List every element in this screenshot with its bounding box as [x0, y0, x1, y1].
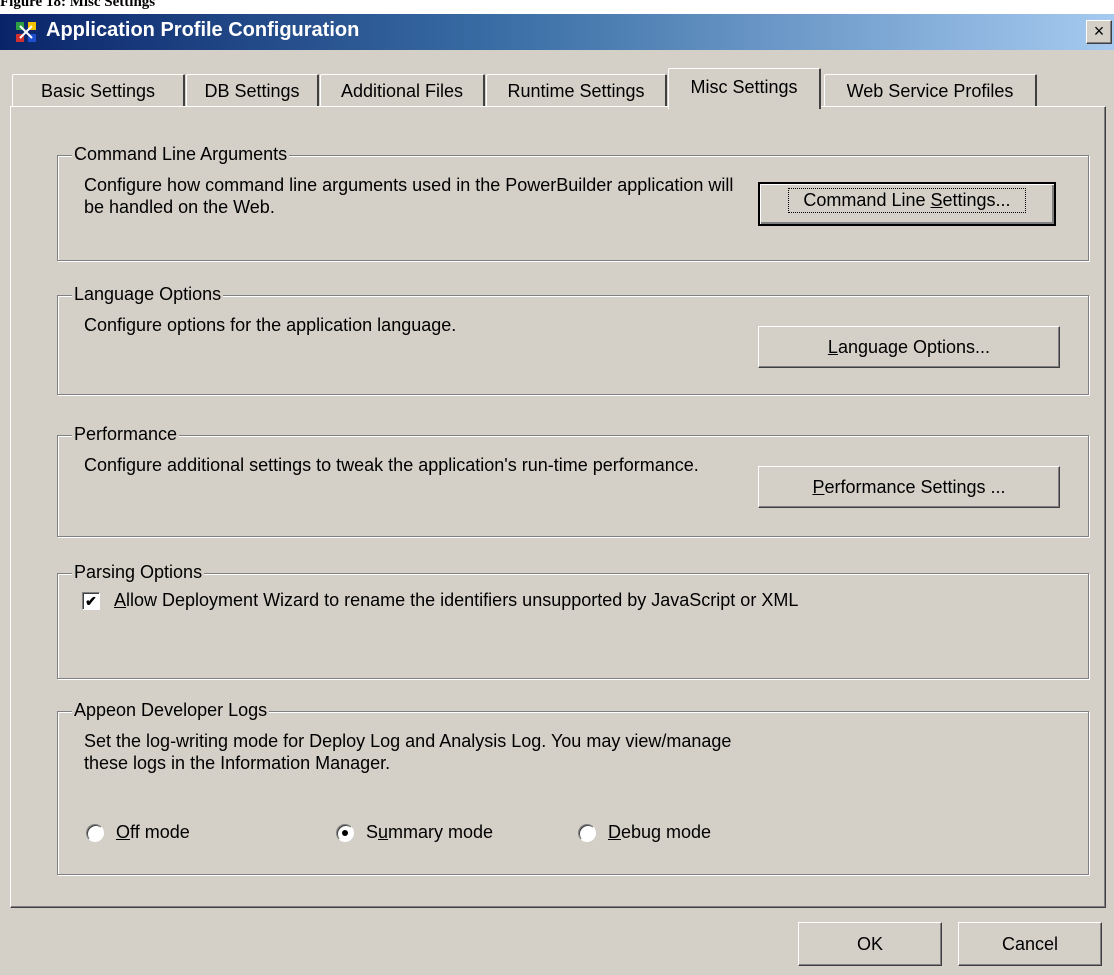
ok-button[interactable]: OK: [798, 922, 942, 966]
command-line-arguments-group: Command Line Arguments Configure how com…: [57, 144, 1089, 261]
group-title: Language Options: [72, 284, 224, 305]
command-line-settings-button[interactable]: Command Line Settings...: [758, 182, 1056, 226]
rename-identifiers-checkbox[interactable]: ✔: [82, 592, 100, 610]
summary-mode-label[interactable]: Summary mode: [366, 822, 493, 843]
debug-mode-radio[interactable]: [578, 824, 596, 842]
button-label: Command Line Settings...: [788, 188, 1026, 213]
misc-settings-panel: Command Line Arguments Configure how com…: [10, 106, 1106, 908]
cancel-button[interactable]: Cancel: [958, 922, 1102, 966]
tab-misc-settings[interactable]: Misc Settings: [668, 68, 821, 109]
group-description: Configure options for the application la…: [84, 315, 457, 335]
parsing-options-group: Parsing Options ✔ Allow Deployment Wizar…: [57, 562, 1089, 679]
tab-web-service-profiles[interactable]: Web Service Profiles: [824, 74, 1037, 107]
off-mode-radio[interactable]: [86, 824, 104, 842]
developer-logs-group: Appeon Developer Logs Set the log-writin…: [57, 700, 1089, 875]
tab-basic-settings[interactable]: Basic Settings: [12, 74, 185, 107]
summary-mode-radio[interactable]: [336, 824, 354, 842]
performance-settings-button[interactable]: Performance Settings ...: [758, 466, 1060, 508]
group-title: Appeon Developer Logs: [72, 700, 270, 721]
window-title: Application Profile Configuration: [46, 19, 360, 41]
radio-selected-dot: [342, 830, 348, 836]
tab-db-settings[interactable]: DB Settings: [186, 74, 319, 107]
group-description: Configure additional settings to tweak t…: [84, 455, 699, 475]
group-description: Configure how command line arguments use…: [84, 175, 734, 217]
tab-runtime-settings[interactable]: Runtime Settings: [486, 74, 667, 107]
performance-group: Performance Configure additional setting…: [57, 424, 1089, 537]
language-options-button[interactable]: Language Options...: [758, 326, 1060, 368]
app-profile-icon: [16, 22, 36, 42]
off-mode-label[interactable]: Off mode: [116, 822, 190, 843]
debug-mode-label[interactable]: Debug mode: [608, 822, 711, 843]
group-title: Command Line Arguments: [72, 144, 290, 165]
close-button[interactable]: ×: [1086, 20, 1112, 44]
group-title: Parsing Options: [72, 562, 205, 583]
group-title: Performance: [72, 424, 180, 445]
dialog-window: Application Profile Configuration × Basi…: [0, 14, 1114, 975]
rename-identifiers-label[interactable]: Allow Deployment Wizard to rename the id…: [114, 590, 798, 611]
group-description: Set the log-writing mode for Deploy Log …: [84, 731, 732, 773]
tab-additional-files[interactable]: Additional Files: [320, 74, 485, 107]
title-bar: Application Profile Configuration ×: [0, 14, 1114, 50]
language-options-group: Language Options Configure options for t…: [57, 284, 1089, 395]
